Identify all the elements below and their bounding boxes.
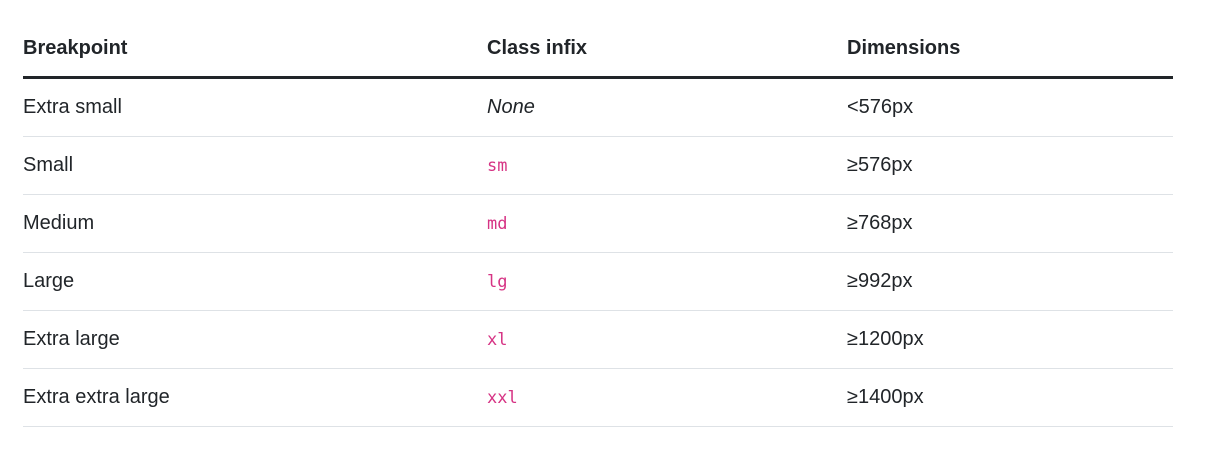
cell-breakpoint: Extra extra large	[23, 368, 487, 427]
table-row: Small sm ≥576px	[23, 136, 1173, 195]
cell-breakpoint: Extra large	[23, 310, 487, 369]
table-row: Extra extra large xxl ≥1400px	[23, 368, 1173, 427]
cell-class-infix: sm	[487, 136, 847, 195]
cell-dimensions: ≥992px	[847, 252, 1173, 311]
header-dimensions: Dimensions	[847, 21, 1173, 79]
header-class-infix: Class infix	[487, 21, 847, 79]
table-header: Breakpoint Class infix Dimensions	[23, 21, 1173, 79]
header-breakpoint: Breakpoint	[23, 21, 487, 79]
cell-dimensions: <576px	[847, 77, 1173, 137]
cell-class-infix: xxl	[487, 368, 847, 427]
cell-class-infix: xl	[487, 310, 847, 369]
cell-dimensions: ≥576px	[847, 136, 1173, 195]
cell-class-infix: lg	[487, 252, 847, 311]
table-header-row: Breakpoint Class infix Dimensions	[23, 21, 1173, 79]
infix-code: xxl	[487, 388, 518, 408]
cell-class-infix: None	[487, 77, 847, 137]
cell-dimensions: ≥1200px	[847, 310, 1173, 369]
cell-breakpoint: Small	[23, 136, 487, 195]
breakpoints-table: Breakpoint Class infix Dimensions Extra …	[23, 21, 1173, 427]
breakpoints-table-container: Breakpoint Class infix Dimensions Extra …	[23, 21, 1173, 427]
table-body: Extra small None <576px Small sm ≥576px …	[23, 77, 1173, 427]
cell-breakpoint: Large	[23, 252, 487, 311]
table-row: Large lg ≥992px	[23, 252, 1173, 311]
table-row: Extra small None <576px	[23, 77, 1173, 137]
cell-dimensions: ≥768px	[847, 194, 1173, 253]
infix-code: lg	[487, 272, 508, 292]
infix-code: md	[487, 214, 508, 234]
infix-code: xl	[487, 330, 508, 350]
cell-breakpoint: Extra small	[23, 77, 487, 137]
cell-breakpoint: Medium	[23, 194, 487, 253]
cell-dimensions: ≥1400px	[847, 368, 1173, 427]
cell-class-infix: md	[487, 194, 847, 253]
table-row: Extra large xl ≥1200px	[23, 310, 1173, 369]
infix-code: sm	[487, 156, 508, 176]
table-row: Medium md ≥768px	[23, 194, 1173, 253]
